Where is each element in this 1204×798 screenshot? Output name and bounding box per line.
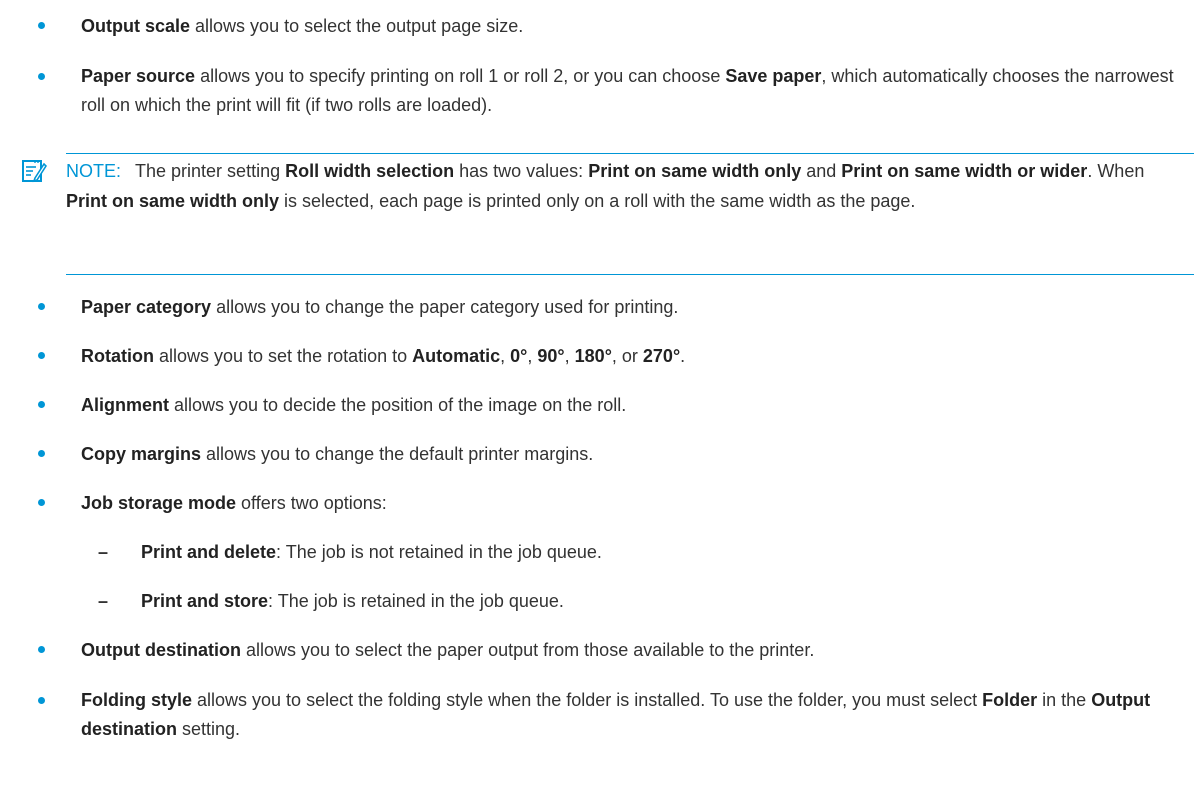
term-description: allows you to specify printing on roll 1… [195,66,726,86]
bullet-icon [38,73,45,80]
list-item-text: Folding style allows you to select the f… [81,686,1188,744]
note-icon [22,160,47,183]
separator: , or [611,346,643,366]
term-label: Paper category [81,297,212,317]
term-description: allows you to decide the position of the… [169,395,627,415]
term-option: Automatic [412,346,501,366]
note-box: NOTE: The printer setting Roll width sele… [22,153,1194,275]
note-segment: and [801,161,842,181]
term-option: 90° [537,346,565,366]
term-label: Rotation [81,346,154,366]
term-option: 0° [510,346,528,366]
note-term: Roll width selection [285,161,455,181]
list-item-text: Paper source allows you to specify print… [81,62,1188,120]
separator: . [680,346,686,366]
note-label: NOTE: [66,161,122,181]
separator: , [564,346,575,366]
bullet-icon [38,22,45,29]
term-label: Job storage mode [81,493,237,513]
list-item-text: Paper category allows you to change the … [81,294,1188,320]
note-segment: . When [1087,161,1145,181]
term-label: Print and store [141,591,269,611]
bullet-icon [38,450,45,457]
term-option: Folder [982,690,1038,710]
note-segment: The printer setting [135,161,286,181]
term-label: Copy margins [81,444,202,464]
term-option: Save paper [725,66,822,86]
term-description: offers two options: [236,493,387,513]
term-description: : The job is not retained in the job que… [276,542,602,562]
term-option: 180° [574,346,612,366]
term-description: allows you to select the folding style w… [192,690,983,710]
document-page: Output scale allows you to select the ou… [0,0,1204,798]
list-item-text: Output destination allows you to select … [81,637,1188,663]
bullet-icon [38,303,45,310]
term-description: allows you to set the rotation to [153,346,413,366]
note-term: Print on same width only [66,191,280,211]
bullet-icon [38,352,45,359]
note-segment: has two values: [454,161,589,181]
list-item-text: Copy margins allows you to change the de… [81,441,1188,467]
dash-icon: – [98,591,109,611]
list-item-text: Alignment allows you to decide the posit… [81,392,1188,418]
bullet-icon [38,646,45,653]
term-description: allows you to change the paper category … [211,297,679,317]
term-description: allows you to select the output page siz… [190,16,524,36]
term-description: setting. [177,719,241,739]
bullet-icon [38,697,45,704]
term-description: allows you to select the paper output fr… [240,640,815,660]
term-label: Paper source [81,66,196,86]
list-item-text: Rotation allows you to set the rotation … [81,343,1188,369]
term-description: : The job is retained in the job queue. [268,591,564,611]
bullet-icon [38,499,45,506]
list-item-text: Job storage mode offers two options: [81,490,1188,516]
sub-list-item-text: Print and delete: The job is not retaine… [141,539,1188,565]
dash-icon: – [98,542,109,562]
term-description: allows you to change the default printer… [201,444,594,464]
bullet-icon [38,401,45,408]
term-option: 270° [642,346,681,366]
term-description: in the [1037,690,1092,710]
term-label: Output destination [81,640,241,660]
sub-list-item-text: Print and store: The job is retained in … [141,588,1188,614]
separator: , [527,346,538,366]
note-term: Print on same width or wider [841,161,1088,181]
term-label: Alignment [81,395,169,415]
term-label: Folding style [81,690,193,710]
separator: , [500,346,511,366]
note-text: NOTE: The printer setting Roll width sele… [66,156,1184,216]
note-term: Print on same width only [588,161,802,181]
term-label: Output scale [81,16,191,36]
list-item-text: Output scale allows you to select the ou… [81,13,1188,39]
term-label: Print and delete [141,542,277,562]
note-segment: is selected, each page is printed only o… [279,191,916,211]
